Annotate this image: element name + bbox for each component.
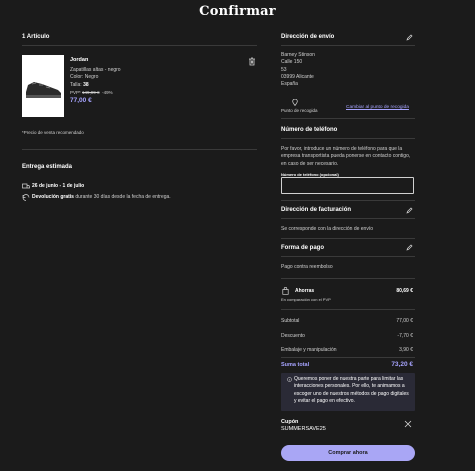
divider (281, 200, 415, 201)
shipping-heading: Dirección de envío (281, 34, 335, 40)
discount-label: Descuento (281, 333, 305, 339)
subtotal-label: Subtotal (281, 318, 300, 324)
buy-now-button[interactable]: Comprar ahora (281, 445, 415, 461)
address-line: Calle 150 (281, 59, 303, 66)
divider (281, 238, 415, 239)
billing-heading: Dirección de facturación (281, 207, 352, 213)
returns-info: Devolución gratis durante 30 días desde … (32, 194, 171, 200)
payment-notice: Queremos poner de nuestra parte para lim… (281, 373, 415, 411)
total-label: Suma total (281, 362, 310, 368)
product-name: Zapatillas altas - negro (70, 67, 121, 73)
delivery-dates: 26 de junio - 1 de julio (32, 183, 85, 189)
phone-description: Por favor, introduce un número de teléfo… (281, 146, 411, 167)
product-pvp: PVP* 149,99 € -49% (70, 89, 113, 95)
return-icon (22, 194, 30, 201)
packaging-value: 3,90 € (399, 347, 413, 353)
savings-value: 80,69 € (396, 288, 413, 294)
address-line: 03999 Alicante (281, 73, 314, 80)
product-price: 77,00 € (70, 97, 92, 105)
packaging-label: Embalaje y manipulación (281, 347, 337, 353)
address-line: 53 (281, 66, 287, 73)
savings-label: Ahorras (295, 288, 315, 294)
discount-value: -7,70 € (397, 333, 413, 339)
notice-text: Queremos poner de nuestra parte para lim… (294, 376, 409, 404)
divider (281, 309, 415, 310)
edit-billing-icon[interactable] (406, 207, 413, 214)
total-value: 73,20 € (391, 361, 413, 368)
divider (281, 278, 415, 279)
divider (281, 45, 415, 46)
trash-icon[interactable] (248, 57, 256, 66)
page-title: Confirmar (199, 4, 276, 19)
truck-icon (22, 183, 30, 189)
divider (281, 118, 415, 119)
shoe-image (26, 82, 61, 98)
address-line: España (281, 81, 298, 88)
coupon-code: SUMMERSAVE25 (281, 426, 326, 432)
edit-shipping-icon[interactable] (406, 34, 413, 41)
divider (281, 138, 415, 139)
divider (281, 256, 415, 257)
divider (22, 149, 257, 150)
product-brand: Jordan (70, 57, 89, 63)
payment-heading: Forma de pago (281, 245, 325, 251)
delivery-heading: Entrega estimada (22, 164, 73, 170)
location-pin-icon (292, 99, 298, 106)
payment-method: Pago contra reembolso (281, 264, 333, 270)
savings-note: En comparación con el PVP (281, 297, 331, 302)
product-image[interactable] (22, 55, 64, 117)
price-footnote: *Precio de venta recomendado (22, 130, 84, 135)
divider (281, 357, 415, 358)
phone-heading: Número de teléfono (281, 127, 338, 133)
coupon-label: Cupón (281, 419, 299, 425)
subtotal-value: 77,00 € (396, 318, 413, 324)
divider (22, 45, 257, 46)
info-icon (287, 377, 292, 382)
divider (281, 218, 415, 219)
product-color: Color: Negro (70, 74, 99, 81)
close-icon[interactable] (404, 420, 412, 428)
pickup-label: Punto de recogida (281, 108, 318, 113)
billing-text: Se corresponde con la dirección de envío (281, 226, 374, 232)
product-size: Talla: 38 (70, 81, 89, 88)
shopping-bag-icon (282, 287, 289, 295)
address-line: Barney Stinson (281, 52, 315, 58)
pickup-link[interactable]: Cambiar al punto de recogida (346, 104, 409, 111)
cart-count: 1 Artículo (22, 34, 50, 40)
phone-input[interactable] (281, 177, 414, 194)
edit-payment-icon[interactable] (406, 244, 413, 251)
